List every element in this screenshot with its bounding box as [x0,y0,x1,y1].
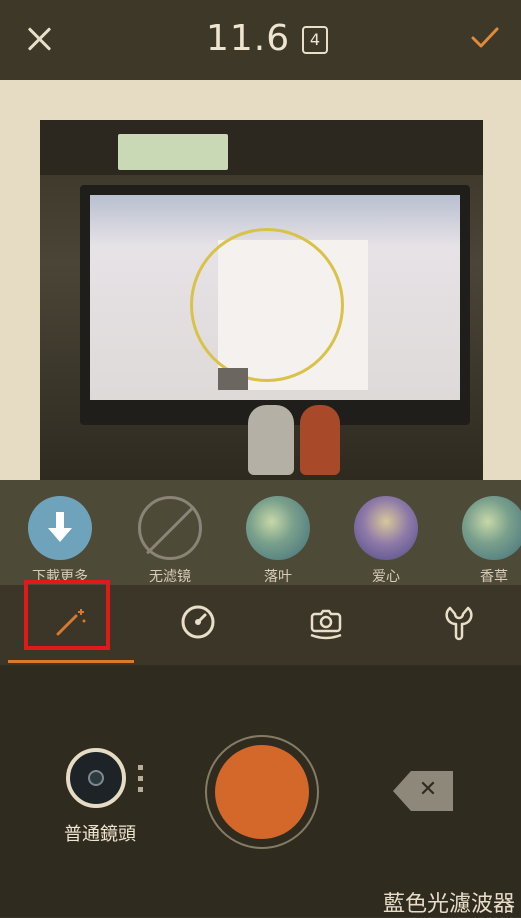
close-icon[interactable] [22,22,58,58]
focus-ring [190,228,344,382]
filter-label: 爱心 [372,569,400,585]
camera-preview [0,80,521,480]
camera-switch-icon[interactable] [306,602,346,642]
preview-shelf [40,120,483,175]
filter-label: 落叶 [264,569,292,585]
filter-label: 香草 [480,569,508,585]
filter-thumbnail[interactable] [354,496,418,560]
tab-underline [8,660,134,663]
preview-figurine [300,405,340,475]
version-badge: 4 [302,26,328,54]
lens-button[interactable] [66,748,126,808]
preview-figurine [248,405,294,475]
timer-icon[interactable] [178,602,218,642]
wrench-icon[interactable] [436,602,476,642]
filter-thumbnail[interactable] [246,496,310,560]
lens-label: 普通鏡頭 [64,824,136,845]
filter-label: 无滤镜 [149,569,191,585]
version-label: 11.6 [206,18,291,59]
no-filter-icon[interactable] [138,496,202,560]
watermark-text: 藍色光濾波器 [383,892,516,917]
preview-image [40,120,483,480]
preview-qr [218,368,248,390]
filter-thumbnail[interactable] [462,496,521,560]
shutter-button[interactable] [215,745,309,839]
lens-icon [88,770,104,786]
delete-x: ✕ [418,777,438,802]
check-icon[interactable] [470,26,500,50]
selected-tab-highlight [24,580,110,650]
download-icon[interactable] [28,496,92,560]
more-dots-icon[interactable] [138,765,144,793]
preview-box [118,134,228,170]
